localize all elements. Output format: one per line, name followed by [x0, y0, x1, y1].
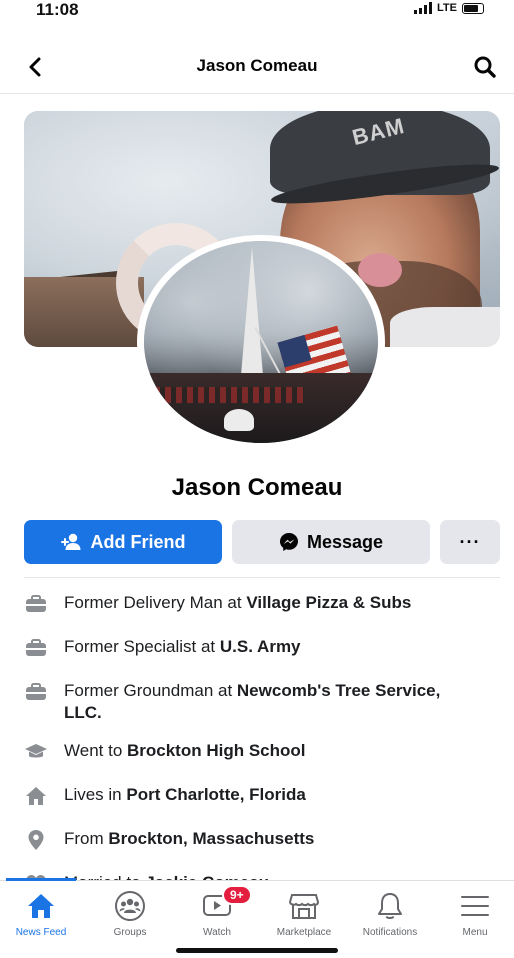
tab-label: Watch: [203, 927, 231, 938]
more-options-button[interactable]: ···: [440, 520, 500, 564]
briefcase-icon: [24, 681, 48, 703]
signal-icon: [414, 2, 433, 14]
detail-text: Lives in: [64, 785, 127, 804]
tab-news-feed[interactable]: News Feed: [1, 889, 81, 938]
house-icon: [24, 785, 48, 807]
home-indicator: [176, 948, 338, 953]
tab-label: Marketplace: [276, 927, 332, 938]
status-bar: 11:08 LTE: [0, 0, 514, 28]
active-tab-indicator: [6, 878, 76, 881]
network-type: LTE: [437, 2, 457, 14]
more-options-label: ···: [459, 531, 481, 552]
tab-label: Menu: [462, 927, 488, 938]
detail-work-1[interactable]: Former Delivery Man at Village Pizza & S…: [24, 592, 500, 615]
tab-marketplace[interactable]: Marketplace: [264, 889, 344, 938]
bottom-tab-bar: News Feed Groups 9+ Watch Marketplace No…: [0, 878, 514, 958]
detail-link[interactable]: Port Charlotte, Florida: [126, 785, 305, 804]
messenger-icon: [279, 533, 298, 551]
bell-icon: [376, 889, 404, 923]
marketplace-icon: [288, 889, 320, 923]
profile-header: Jason Comeau: [0, 40, 514, 94]
header-title: Jason Comeau: [196, 56, 318, 75]
menu-icon: [460, 889, 490, 923]
watch-icon: 9+: [202, 885, 252, 923]
briefcase-icon: [24, 593, 48, 615]
add-friend-icon: [60, 533, 80, 550]
message-label: Message: [306, 531, 384, 552]
detail-text: From: [64, 829, 109, 848]
tab-label: Notifications: [362, 927, 418, 938]
watch-badge: 9+: [222, 885, 252, 905]
groups-icon: [114, 889, 146, 923]
status-time: 11:08: [36, 0, 79, 19]
tab-label: Groups: [113, 927, 147, 938]
search-button[interactable]: [470, 52, 500, 82]
add-friend-label: Add Friend: [90, 531, 186, 552]
tab-groups[interactable]: Groups: [90, 889, 170, 938]
detail-text: Went to: [64, 741, 127, 760]
detail-link[interactable]: Brockton High School: [127, 741, 306, 760]
profile-picture[interactable]: [144, 241, 378, 443]
search-icon: [474, 56, 496, 78]
tab-watch[interactable]: 9+ Watch: [177, 885, 257, 938]
section-divider: [24, 577, 500, 578]
graduation-cap-icon: [24, 741, 48, 763]
detail-text: Former Specialist at: [64, 637, 220, 656]
battery-icon: [462, 2, 484, 14]
detail-link[interactable]: U.S. Army: [220, 637, 301, 656]
profile-actions: Add Friend Message ···: [24, 520, 500, 564]
detail-text: Former Groundman at: [64, 681, 237, 700]
briefcase-icon: [24, 637, 48, 659]
profile-name: Jason Comeau: [171, 474, 343, 501]
location-pin-icon: [24, 829, 48, 851]
add-friend-button[interactable]: Add Friend: [24, 520, 222, 564]
message-button[interactable]: Message: [232, 520, 430, 564]
detail-work-2[interactable]: Former Specialist at U.S. Army: [24, 636, 500, 659]
tab-notifications[interactable]: Notifications: [350, 889, 430, 938]
tab-menu[interactable]: Menu: [435, 889, 514, 938]
home-icon: [26, 889, 56, 923]
detail-link[interactable]: Village Pizza & Subs: [246, 593, 411, 612]
detail-current-city[interactable]: Lives in Port Charlotte, Florida: [24, 784, 500, 807]
detail-hometown[interactable]: From Brockton, Massachusetts: [24, 828, 500, 851]
tab-label: News Feed: [15, 927, 67, 938]
status-indicators: LTE: [414, 2, 484, 14]
detail-text: Former Delivery Man at: [64, 593, 247, 612]
detail-link[interactable]: Brockton, Massachusetts: [108, 829, 314, 848]
detail-work-3[interactable]: Former Groundman at Newcomb's Tree Servi…: [24, 680, 500, 724]
detail-education[interactable]: Went to Brockton High School: [24, 740, 500, 763]
